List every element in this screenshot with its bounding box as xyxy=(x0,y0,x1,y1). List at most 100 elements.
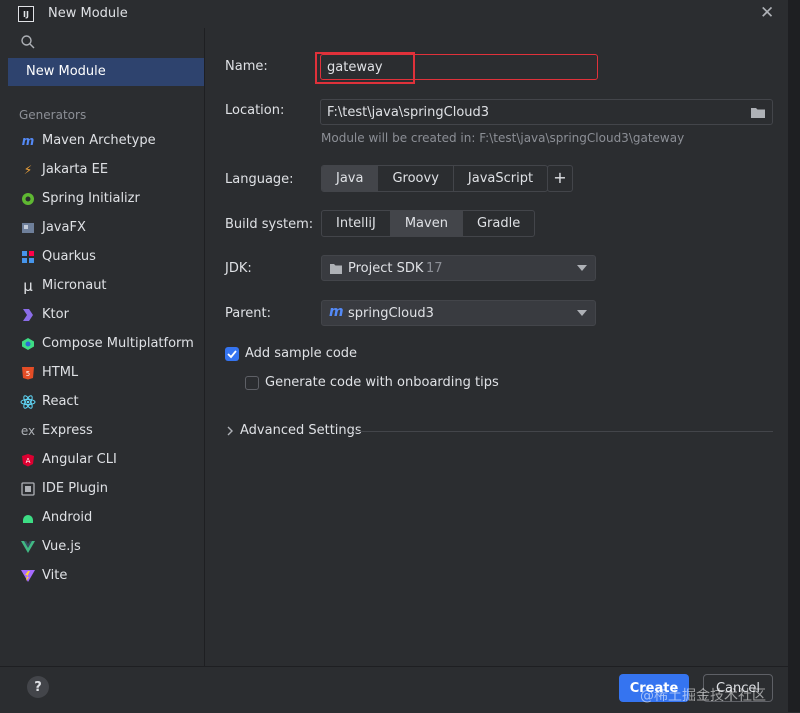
sidebar-item-label: Android xyxy=(42,510,93,525)
javafx-icon xyxy=(20,220,36,236)
build-system-selector: IntelliJ Maven Gradle xyxy=(321,210,536,237)
sidebar-item-micronaut[interactable]: μ Micronaut xyxy=(8,273,204,299)
advanced-settings-toggle[interactable]: Advanced Settings xyxy=(225,423,362,438)
vite-icon xyxy=(20,568,36,584)
sidebar-item-ide-plugin[interactable]: IDE Plugin xyxy=(8,476,204,502)
chevron-down-icon xyxy=(577,265,587,271)
jdk-label: JDK: xyxy=(225,261,252,276)
sidebar-item-javafx[interactable]: JavaFX xyxy=(8,215,204,241)
sidebar-item-compose-multiplatform[interactable]: Compose Multiplatform xyxy=(8,331,204,357)
html-icon: 5 xyxy=(20,365,36,381)
sidebar-item-label: Micronaut xyxy=(42,278,107,293)
react-icon xyxy=(20,394,36,410)
language-selector: Java Groovy JavaScript xyxy=(321,165,549,192)
jdk-version: 17 xyxy=(426,261,443,276)
language-option-java[interactable]: Java xyxy=(322,166,379,191)
search-icon[interactable] xyxy=(20,34,36,50)
angular-icon: A xyxy=(20,452,36,468)
language-option-groovy[interactable]: Groovy xyxy=(378,166,454,191)
quarkus-icon xyxy=(20,249,36,265)
parent-dropdown[interactable]: m springCloud3 xyxy=(321,300,596,326)
compose-icon xyxy=(20,336,36,352)
sidebar-item-label: Angular CLI xyxy=(42,452,117,467)
location-field[interactable]: F:\test\java\springCloud3 xyxy=(320,99,773,125)
sidebar-item-vite[interactable]: Vite xyxy=(8,563,204,589)
micronaut-icon: μ xyxy=(23,277,33,295)
sidebar-item-label: Compose Multiplatform xyxy=(42,336,194,351)
close-icon[interactable]: ✕ xyxy=(760,3,774,23)
jakarta-icon: ⚡ xyxy=(23,163,33,177)
sidebar-item-label: JavaFX xyxy=(42,220,86,235)
help-button[interactable]: ? xyxy=(27,676,49,698)
add-sample-checkbox[interactable] xyxy=(225,347,239,361)
sidebar-item-label: Vite xyxy=(42,568,68,583)
sidebar-item-label: New Module xyxy=(26,64,106,79)
sidebar-item-label: Express xyxy=(42,423,93,438)
location-label: Location: xyxy=(225,103,285,118)
svg-text:A: A xyxy=(26,457,31,465)
android-icon xyxy=(20,510,36,526)
folder-icon xyxy=(330,264,342,274)
add-language-button[interactable]: + xyxy=(547,165,573,192)
chevron-down-icon xyxy=(577,310,587,316)
sidebar-item-label: Jakarta EE xyxy=(42,162,109,177)
intellij-logo-icon: IJ xyxy=(18,6,34,22)
title-bar: IJ New Module ✕ xyxy=(0,0,788,28)
parent-value: springCloud3 xyxy=(348,306,434,321)
sidebar-item-label: Maven Archetype xyxy=(42,133,156,148)
onboarding-checkbox[interactable] xyxy=(245,376,259,390)
build-option-maven[interactable]: Maven xyxy=(390,211,463,236)
vue-icon xyxy=(20,539,36,555)
module-form: Name: gateway Location: F:\test\java\spr… xyxy=(205,28,788,666)
name-highlight-box xyxy=(315,52,415,84)
svg-text:5: 5 xyxy=(26,370,30,378)
sidebar-item-label: React xyxy=(42,394,79,409)
generators-header: Generators xyxy=(19,108,87,122)
build-option-gradle[interactable]: Gradle xyxy=(463,211,534,236)
dialog-footer: ? Create Cancel @稀土掘金技术社区 xyxy=(0,666,788,713)
sidebar-item-new-module[interactable]: New Module xyxy=(8,58,204,86)
onboarding-label: Generate code with onboarding tips xyxy=(265,375,499,390)
generator-sidebar: New Module Generators m Maven Archetype … xyxy=(8,28,205,666)
sidebar-item-ktor[interactable]: Ktor xyxy=(8,302,204,328)
jdk-dropdown[interactable]: Project SDK 17 xyxy=(321,255,596,281)
sidebar-item-html[interactable]: 5 HTML xyxy=(8,360,204,386)
sidebar-item-react[interactable]: React xyxy=(8,389,204,415)
watermark: @稀土掘金技术社区 xyxy=(640,688,766,704)
advanced-divider xyxy=(353,431,773,432)
build-system-label: Build system: xyxy=(225,217,314,232)
ktor-icon xyxy=(20,307,36,323)
sidebar-item-maven-archetype[interactable]: m Maven Archetype xyxy=(8,128,204,154)
sidebar-item-label: Quarkus xyxy=(42,249,96,264)
jdk-value: Project SDK xyxy=(348,261,424,276)
location-hint: Module will be created in: F:\test\java\… xyxy=(321,131,685,145)
sidebar-item-android[interactable]: Android xyxy=(8,505,204,531)
new-module-dialog: IJ New Module ✕ New Module Generators m … xyxy=(0,0,788,713)
sidebar-item-angular-cli[interactable]: A Angular CLI xyxy=(8,447,204,473)
sidebar-item-vue-js[interactable]: Vue.js xyxy=(8,534,204,560)
sidebar-item-express[interactable]: ex Express xyxy=(8,418,204,444)
sidebar-item-quarkus[interactable]: Quarkus xyxy=(8,244,204,270)
build-option-intellij[interactable]: IntelliJ xyxy=(322,211,391,236)
location-value: F:\test\java\springCloud3 xyxy=(327,105,490,120)
sidebar-item-label: Vue.js xyxy=(42,539,81,554)
folder-icon[interactable] xyxy=(750,106,766,119)
sidebar-item-label: Spring Initializr xyxy=(42,191,140,206)
chevron-right-icon xyxy=(227,426,233,435)
parent-label: Parent: xyxy=(225,306,271,321)
spring-icon xyxy=(20,191,36,207)
check-icon xyxy=(227,350,237,359)
maven-icon: m xyxy=(329,304,344,320)
dialog-title: New Module xyxy=(48,6,128,21)
language-label: Language: xyxy=(225,172,294,187)
sidebar-item-label: IDE Plugin xyxy=(42,481,108,496)
language-option-javascript[interactable]: JavaScript xyxy=(454,166,547,191)
sidebar-item-jakarta-ee[interactable]: ⚡ Jakarta EE xyxy=(8,157,204,183)
advanced-settings-label: Advanced Settings xyxy=(240,423,362,438)
sidebar-item-label: HTML xyxy=(42,365,79,380)
maven-icon: m xyxy=(21,134,35,148)
sidebar-item-spring-initializr[interactable]: Spring Initializr xyxy=(8,186,204,212)
name-label: Name: xyxy=(225,59,268,74)
background-editor-strip xyxy=(788,0,800,712)
add-sample-label: Add sample code xyxy=(245,346,358,361)
